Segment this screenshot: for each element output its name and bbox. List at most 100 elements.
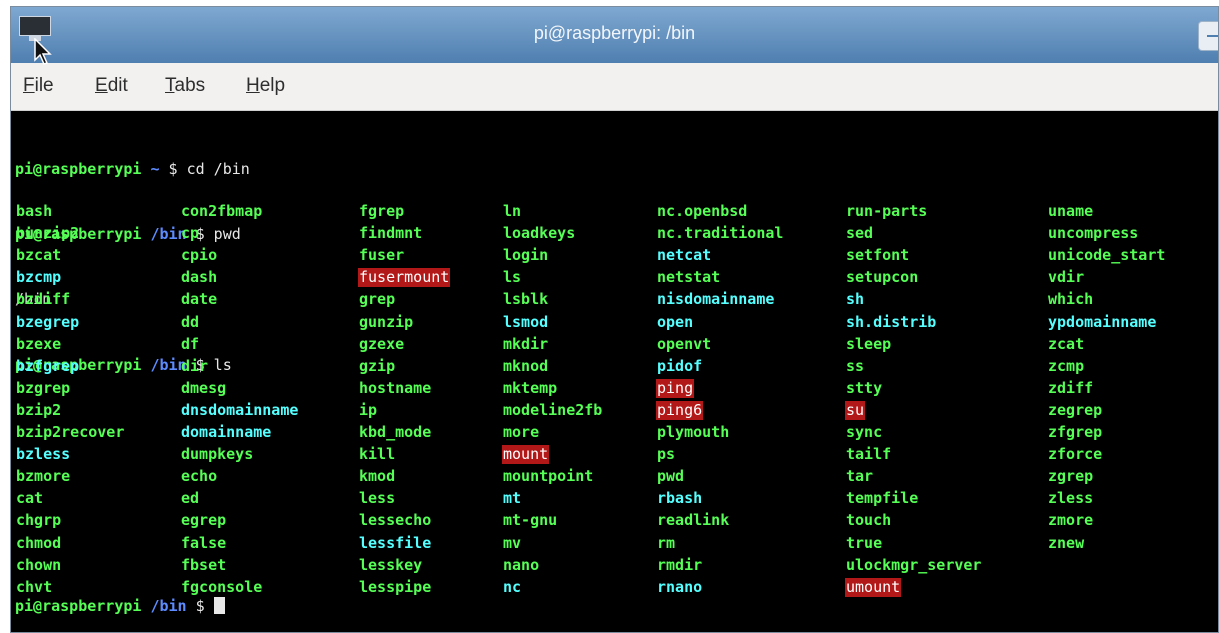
ls-entry: login: [503, 246, 549, 265]
ls-entry: nc.traditional: [657, 224, 784, 243]
ls-entry: ls: [503, 268, 522, 287]
ls-entry: run-parts: [846, 202, 928, 220]
ls-entry: echo: [181, 467, 218, 486]
ls-entry: plymouth: [657, 423, 730, 441]
ls-entry: fusermount: [358, 268, 451, 288]
menu-tabs[interactable]: Tabs: [165, 75, 205, 97]
ls-entry: sed: [846, 224, 874, 243]
ls-entry: ed: [181, 489, 200, 508]
ls-entry: gunzip: [359, 312, 414, 331]
ls-entry: kbd_mode: [359, 423, 432, 441]
ls-entry: stty: [846, 378, 883, 397]
ls-entry: nisdomainname: [657, 290, 775, 309]
ls-entry: setupcon: [846, 268, 919, 287]
ls-entry: sh: [846, 290, 865, 309]
ls-entry: hostname: [359, 378, 432, 397]
ls-entry: touch: [846, 511, 892, 530]
ls-entry: lessfile: [359, 533, 432, 552]
ls-entry: bzexe: [16, 334, 62, 353]
ls-entry: znew: [1048, 533, 1085, 552]
ls-entry: lessecho: [359, 511, 432, 530]
ls-entry: nano: [503, 555, 540, 574]
ls-entry: dir: [181, 356, 209, 375]
ls-entry: gzexe: [359, 334, 405, 353]
ls-entry: rmdir: [657, 555, 703, 574]
ls-entry: rbash: [657, 489, 703, 508]
ls-entry: mountpoint: [503, 467, 594, 486]
ls-entry: zmore: [1048, 511, 1094, 530]
ls-entry: kmod: [359, 467, 396, 486]
ls-entry: su: [845, 400, 866, 420]
ls-entry: false: [181, 533, 227, 552]
ls-entry: dumpkeys: [181, 445, 254, 464]
ls-entry: cpio: [181, 246, 218, 265]
menu-help[interactable]: Help: [246, 75, 285, 97]
ls-entry: bash: [16, 202, 53, 220]
ls-entry: fgrep: [359, 202, 405, 220]
ls-entry: bzless: [16, 445, 71, 464]
ls-entry: bzmore: [16, 467, 71, 486]
ls-entry: unicode_start: [1048, 246, 1166, 265]
ls-entry: nc: [503, 577, 522, 596]
ls-entry: nc.openbsd: [657, 202, 748, 220]
ls-entry: mv: [503, 533, 522, 552]
ls-entry: pwd: [657, 467, 685, 486]
ls-entry: netstat: [657, 268, 721, 287]
ls-entry: ping6: [656, 400, 704, 420]
ls-entry: sleep: [846, 334, 892, 353]
minimize-button[interactable]: [1198, 21, 1218, 51]
ls-entry: mkdir: [503, 334, 549, 353]
ls-entry: egrep: [181, 511, 227, 530]
ls-entry: lsblk: [503, 290, 549, 309]
ls-entry: modeline2fb: [503, 400, 603, 419]
menu-file[interactable]: File: [23, 75, 54, 97]
ls-entry: cp: [181, 224, 200, 243]
menu-bar: File Edit Tabs Help: [11, 63, 1218, 111]
ls-entry: chown: [16, 555, 62, 574]
ls-entry: netcat: [657, 246, 712, 265]
ls-entry: df: [181, 334, 200, 353]
ls-entry: mount: [502, 445, 550, 465]
ls-entry: zdiff: [1048, 378, 1094, 397]
ls-entry: bzfgrep: [16, 356, 80, 375]
ls-entry: dmesg: [181, 378, 227, 397]
ls-entry: chgrp: [16, 511, 62, 530]
ls-entry: bzegrep: [16, 312, 80, 331]
ls-entry: tailf: [846, 445, 892, 464]
menu-edit[interactable]: Edit: [95, 75, 128, 97]
ls-entry: rnano: [657, 577, 703, 596]
ls-entry: loadkeys: [503, 224, 576, 243]
ls-entry: mktemp: [503, 378, 558, 397]
ls-entry: zfgrep: [1048, 423, 1103, 441]
ls-entry: tempfile: [846, 489, 919, 508]
ls-entry: bzip2: [16, 400, 62, 419]
ls-entry: gzip: [359, 356, 396, 375]
terminal-area[interactable]: pi@raspberrypi ~ $ cd /bin pi@raspberryp…: [11, 111, 1218, 632]
ls-entry: zcat: [1048, 334, 1085, 353]
ls-entry: fbset: [181, 555, 227, 574]
ls-entry: sh.distrib: [846, 312, 937, 331]
ls-entry: lsmod: [503, 312, 549, 331]
ls-entry: vdir: [1048, 268, 1085, 287]
ls-entry: fuser: [359, 246, 405, 265]
ls-entry: zcmp: [1048, 356, 1085, 375]
ls-entry: bzip2recover: [16, 423, 125, 441]
ls-entry: ping: [656, 378, 695, 398]
ls-entry: mknod: [503, 356, 549, 375]
ls-entry: ip: [359, 400, 378, 419]
ls-entry: grep: [359, 290, 396, 309]
ls-entry: cat: [16, 489, 44, 508]
ls-entry: uname: [1048, 202, 1094, 220]
ls-entry: bunzip2: [16, 224, 80, 243]
terminal-prompt-line[interactable]: pi@raspberrypi /bin $: [15, 597, 225, 615]
ls-entry: zgrep: [1048, 467, 1094, 486]
ls-entry: which: [1048, 290, 1094, 309]
title-bar[interactable]: pi@raspberrypi: /bin: [11, 7, 1218, 63]
window-title: pi@raspberrypi: /bin: [533, 23, 696, 43]
ls-entry: umount: [845, 577, 902, 597]
ls-entry: chmod: [16, 533, 62, 552]
terminal-window: pi@raspberrypi: /bin File Edit Tabs Help…: [10, 6, 1219, 633]
ls-entry: domainname: [181, 423, 272, 441]
ls-entry: zforce: [1048, 445, 1103, 464]
ls-entry: dnsdomainname: [181, 400, 299, 419]
